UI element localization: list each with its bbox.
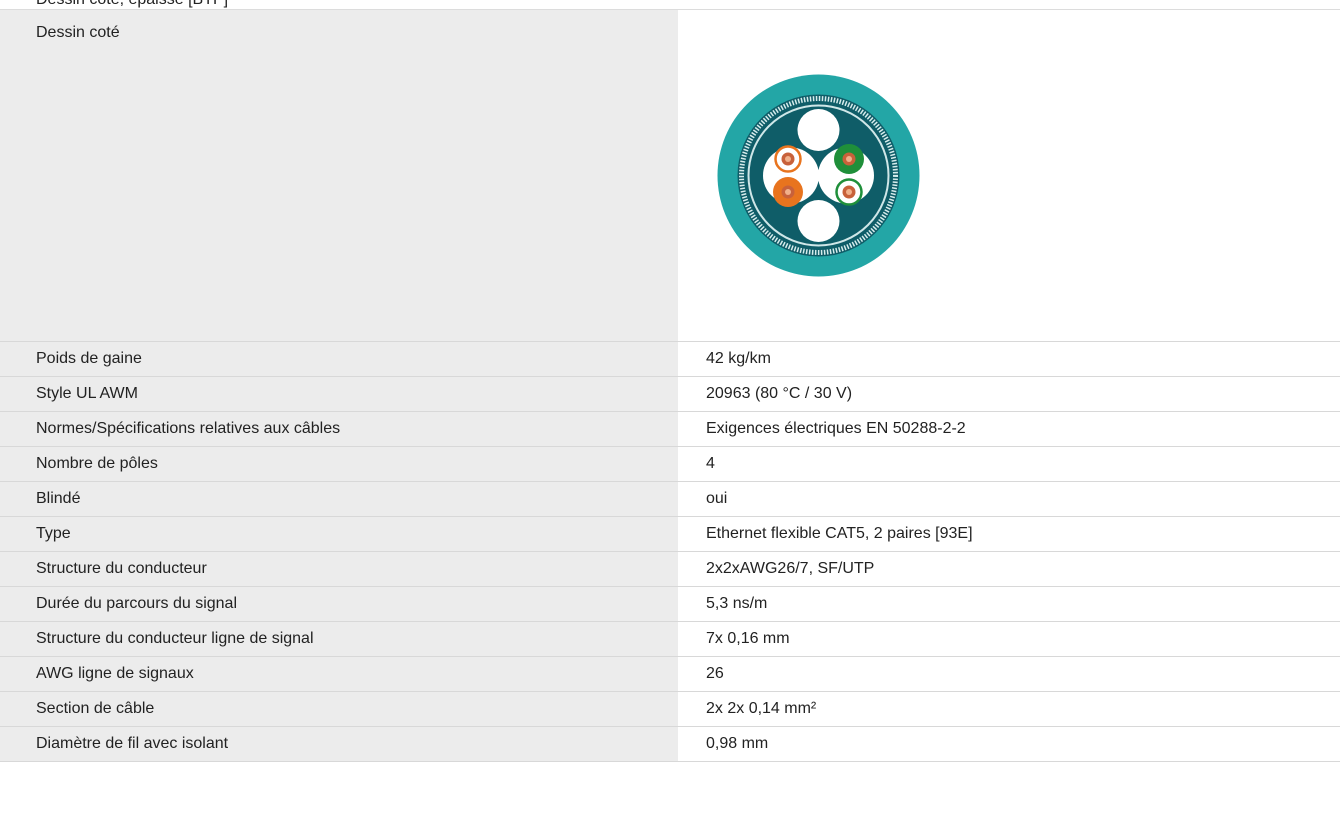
spec-value: 20963 (80 °C / 30 V) (678, 377, 1340, 411)
spec-row: Durée du parcours du signal 5,3 ns/m (0, 587, 1340, 622)
previous-row-text: Dessin coté, épaisse [BTP] (36, 0, 228, 9)
dimension-drawing-cell (678, 10, 1340, 341)
spec-value: 7x 0,16 mm (678, 622, 1340, 656)
spec-label: Nombre de pôles (0, 447, 678, 481)
spec-row: Section de câble 2x 2x 0,14 mm² (0, 692, 1340, 727)
spec-row: Diamètre de fil avec isolant 0,98 mm (0, 727, 1340, 762)
spec-value: oui (678, 482, 1340, 516)
spec-rows: Poids de gaine 42 kg/km Style UL AWM 20963… (0, 342, 1340, 762)
spec-value: Exigences électriques EN 50288-2-2 (678, 412, 1340, 446)
spec-row: Nombre de pôles 4 (0, 447, 1340, 482)
spec-label: Type (0, 517, 678, 551)
spec-label: Poids de gaine (0, 342, 678, 376)
spec-value: Ethernet flexible CAT5, 2 paires [93E] (678, 517, 1340, 551)
spec-label: Durée du parcours du signal (0, 587, 678, 621)
cable-cross-section-icon (717, 74, 920, 277)
spec-label: Diamètre de fil avec isolant (0, 727, 678, 761)
previous-row-cutoff: Dessin coté, épaisse [BTP] (0, 0, 1340, 10)
dimension-drawing-row: Dessin coté (0, 10, 1340, 342)
spec-table: Dessin coté Poids de gaine 42 kg/km Styl… (0, 10, 1340, 762)
spec-value: 5,3 ns/m (678, 587, 1340, 621)
spec-label: Blindé (0, 482, 678, 516)
spec-row: AWG ligne de signaux 26 (0, 657, 1340, 692)
spec-label: Structure du conducteur (0, 552, 678, 586)
spec-value: 4 (678, 447, 1340, 481)
spec-row: Normes/Spécifications relatives aux câbl… (0, 412, 1340, 447)
spec-row: Blindé oui (0, 482, 1340, 517)
spec-label: Structure du conducteur ligne de signal (0, 622, 678, 656)
spec-label: AWG ligne de signaux (0, 657, 678, 691)
spec-row: Structure du conducteur ligne de signal 7… (0, 622, 1340, 657)
spec-label: Section de câble (0, 692, 678, 726)
spec-row: Structure du conducteur 2x2xAWG26/7, SF/U… (0, 552, 1340, 587)
spec-value: 2x2xAWG26/7, SF/UTP (678, 552, 1340, 586)
spec-value: 0,98 mm (678, 727, 1340, 761)
spec-row: Style UL AWM 20963 (80 °C / 30 V) (0, 377, 1340, 412)
spec-label: Style UL AWM (0, 377, 678, 411)
spec-value: 2x 2x 0,14 mm² (678, 692, 1340, 726)
spec-label: Normes/Spécifications relatives aux câbl… (0, 412, 678, 446)
spec-value: 26 (678, 657, 1340, 691)
spec-row: Type Ethernet flexible CAT5, 2 paires [93… (0, 517, 1340, 552)
dimension-drawing-label: Dessin coté (0, 10, 678, 341)
spec-value: 42 kg/km (678, 342, 1340, 376)
spec-row: Poids de gaine 42 kg/km (0, 342, 1340, 377)
